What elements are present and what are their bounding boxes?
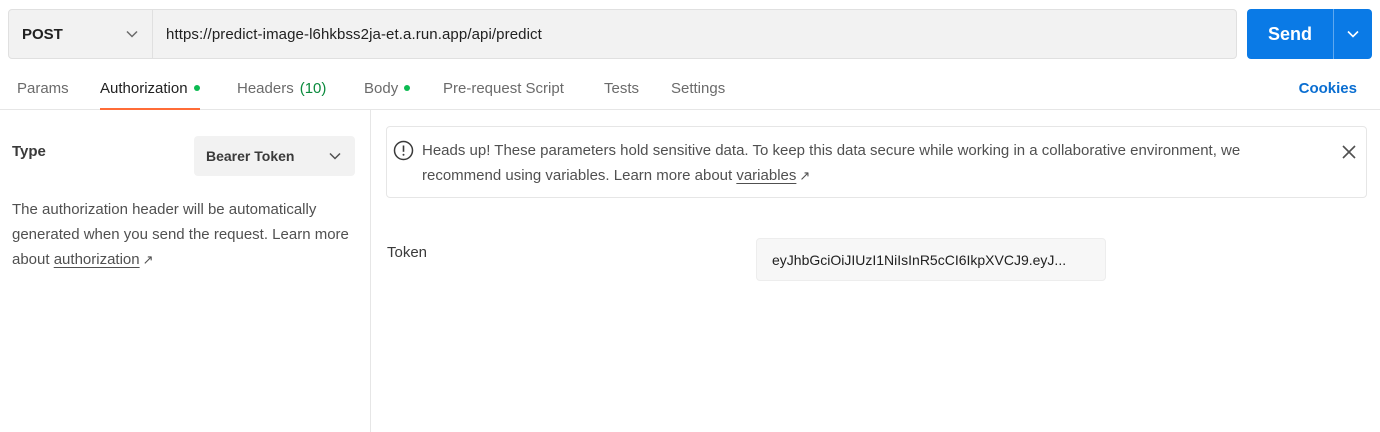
tab-label: Headers: [237, 79, 294, 97]
warning-text: Heads up! These parameters hold sensitiv…: [422, 138, 1322, 188]
tab-headers[interactable]: Headers (10): [237, 66, 326, 110]
tab-label: Settings: [671, 79, 726, 97]
cookies-link[interactable]: Cookies: [1299, 66, 1357, 110]
tab-label: Pre-request Script: [443, 79, 564, 97]
request-tabs: Params Authorization Headers (10) Body P…: [0, 66, 1380, 110]
tab-authorization[interactable]: Authorization: [100, 66, 200, 110]
token-label: Token: [387, 244, 428, 261]
tab-label: Body: [364, 79, 399, 97]
tab-params[interactable]: Params: [17, 66, 69, 110]
active-indicator-dot: [193, 85, 200, 91]
tab-body[interactable]: Body: [364, 66, 411, 110]
send-button[interactable]: Send: [1247, 9, 1333, 59]
method-label: POST: [22, 25, 63, 43]
arrow-up-right-icon: ↗: [799, 168, 811, 183]
auth-type-select[interactable]: Bearer Token: [194, 136, 355, 176]
auth-type-value: Bearer Token: [206, 148, 295, 164]
tab-settings[interactable]: Settings: [671, 66, 725, 110]
warning-message: Heads up! These parameters hold sensitiv…: [422, 142, 1241, 184]
authorization-link[interactable]: authorization: [54, 251, 140, 268]
alert-circle-icon: [393, 140, 414, 161]
method-select[interactable]: POST: [9, 10, 153, 58]
chevron-down-icon: [126, 30, 138, 38]
send-options-button[interactable]: [1333, 9, 1372, 59]
postman-request-window: POST https://predict-image-l6hkbss2ja-et…: [0, 0, 1380, 432]
url-input[interactable]: https://predict-image-l6hkbss2ja-et.a.ru…: [153, 26, 1236, 43]
arrow-up-right-icon: ↗: [142, 252, 154, 267]
active-indicator-dot: [404, 85, 411, 91]
chevron-down-icon: [329, 152, 341, 160]
variables-link[interactable]: variables: [736, 167, 796, 184]
close-icon[interactable]: [1340, 143, 1358, 161]
token-input[interactable]: eyJhbGciOiJIUzI1NiIsInR5cCI6IkpXVCJ9.eyJ…: [756, 238, 1106, 281]
tab-tests[interactable]: Tests: [604, 66, 639, 110]
tab-label: Authorization: [100, 79, 188, 97]
tab-pre-request-script[interactable]: Pre-request Script: [443, 66, 564, 110]
token-value: eyJhbGciOiJIUzI1NiIsInR5cCI6IkpXVCJ9.eyJ…: [772, 251, 1067, 268]
tab-label: Tests: [604, 79, 640, 97]
auth-description: The authorization header will be automat…: [12, 197, 357, 272]
send-button-group: Send: [1247, 9, 1372, 59]
headers-count: (10): [299, 79, 327, 97]
request-bar: POST https://predict-image-l6hkbss2ja-et…: [8, 9, 1237, 59]
chevron-down-icon: [1347, 30, 1359, 38]
auth-type-pane: Type Bearer Token The authorization head…: [0, 110, 371, 432]
sensitive-data-warning: Heads up! These parameters hold sensitiv…: [386, 126, 1367, 198]
tab-label: Params: [17, 79, 69, 97]
type-label: Type: [12, 143, 46, 160]
